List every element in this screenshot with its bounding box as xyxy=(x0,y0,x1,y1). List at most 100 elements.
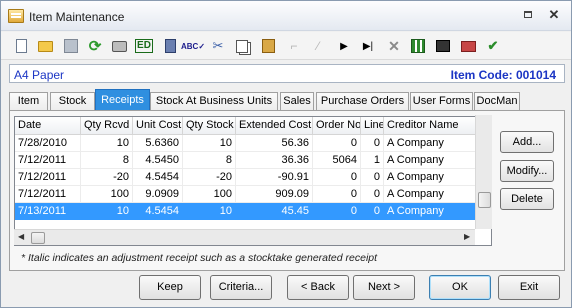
vertical-scrollbar[interactable] xyxy=(475,115,492,229)
column-header-line[interactable]: Line xyxy=(361,117,384,135)
modify-button[interactable]: Modify... xyxy=(500,160,554,182)
criteria-label: Criteria... xyxy=(218,281,264,293)
tab-user-forms[interactable]: User Forms xyxy=(410,92,473,111)
cell-date: 7/12/2011 xyxy=(15,186,81,203)
save-button[interactable] xyxy=(62,37,80,55)
item-maintenance-window: Item Maintenance ✕ ⟳ ED ABC✓ ✂ ⌐ ⁄ ▶ ▶| … xyxy=(0,0,572,308)
horizontal-scrollbar[interactable]: ◀ ▶ xyxy=(14,229,475,245)
next-label: Next > xyxy=(367,281,401,293)
cut-button[interactable]: ✂ xyxy=(209,37,227,55)
grid-button[interactable] xyxy=(409,37,427,55)
tab-stock-at-business-units[interactable]: Stock At Business Units xyxy=(150,92,278,111)
cell-order-no: 5064 xyxy=(313,152,361,169)
inbox-button[interactable] xyxy=(459,37,477,55)
add-button[interactable]: Add... xyxy=(500,131,554,153)
tab-docman[interactable]: DocMan xyxy=(474,92,520,111)
next-button[interactable]: Next > xyxy=(353,275,415,300)
scissors-icon: ✂ xyxy=(212,38,224,53)
exit-label: Exit xyxy=(519,281,539,293)
delete-x-icon: ✕ xyxy=(388,37,400,54)
paste-icon xyxy=(261,39,275,53)
copy-button[interactable] xyxy=(233,37,251,55)
cell-date: 7/12/2011 xyxy=(15,152,81,169)
checklist-button[interactable]: ✔ xyxy=(484,37,502,55)
item-header: A4 Paper Item Code: 001014 xyxy=(9,64,565,83)
keep-button[interactable]: Keep xyxy=(139,275,201,300)
criteria-button[interactable]: Criteria... xyxy=(210,275,272,300)
paste-button[interactable] xyxy=(259,37,277,55)
delete-button[interactable]: Delete xyxy=(500,188,554,210)
edit-button[interactable]: ED xyxy=(135,37,153,55)
cell-creditor-name: A Company xyxy=(384,186,478,203)
horizontal-scroll-thumb[interactable] xyxy=(31,232,45,244)
first-record-button[interactable]: ⌐ xyxy=(285,37,303,55)
column-header-order-no[interactable]: Order No xyxy=(313,117,361,135)
cell-qty-stock: 8 xyxy=(183,152,236,169)
delete-record-button[interactable]: ✕ xyxy=(385,37,403,55)
column-header-creditor-name[interactable]: Creditor Name xyxy=(384,117,478,135)
restore-button[interactable] xyxy=(516,7,540,25)
last-record-button[interactable]: ▶| xyxy=(359,37,377,55)
vertical-scroll-thumb[interactable] xyxy=(478,192,491,208)
modify-button-label: Modify... xyxy=(506,165,548,177)
column-header-extended-cost[interactable]: Extended Cost xyxy=(236,117,313,135)
delete-button-label: Delete xyxy=(511,193,543,205)
cell-qty-stock: 100 xyxy=(183,186,236,203)
play-icon: ▶ xyxy=(340,40,348,52)
exit-button[interactable]: Exit xyxy=(498,275,560,300)
grid-header: Date Qty Rcvd Unit Cost Qty Stock Extend… xyxy=(15,117,491,135)
table-row[interactable]: 7/12/2011 100 9.0909 100 909.09 0 0 A Co… xyxy=(15,186,478,203)
item-name: A4 Paper xyxy=(14,68,65,82)
receipts-grid[interactable]: Date Qty Rcvd Unit Cost Qty Stock Extend… xyxy=(14,116,492,246)
next-record-button[interactable]: ▶ xyxy=(335,37,353,55)
tab-sales[interactable]: Sales xyxy=(280,92,314,111)
cell-date: 7/13/2011 xyxy=(15,203,81,220)
ok-button[interactable]: OK xyxy=(429,275,491,300)
scroll-right-icon[interactable]: ▶ xyxy=(464,232,470,241)
new-button[interactable] xyxy=(12,37,30,55)
cell-date: 7/28/2010 xyxy=(15,135,81,152)
cell-unit-cost: 4.5450 xyxy=(133,152,183,169)
tab-receipts[interactable]: Receipts xyxy=(95,89,150,111)
cell-unit-cost: 9.0909 xyxy=(133,186,183,203)
spell-check-icon: ABC✓ xyxy=(180,41,206,51)
column-header-qty-rcvd[interactable]: Qty Rcvd xyxy=(81,117,133,135)
keep-label: Keep xyxy=(157,281,183,293)
title-bar[interactable]: Item Maintenance ✕ xyxy=(1,1,571,31)
checklist-icon: ✔ xyxy=(487,38,499,53)
save-icon xyxy=(64,39,78,53)
table-row-selected[interactable]: 7/13/2011 10 4.5454 10 45.45 0 0 A Compa… xyxy=(15,203,478,220)
back-button[interactable]: < Back xyxy=(287,275,349,300)
refresh-button[interactable]: ⟳ xyxy=(86,37,104,55)
column-header-unit-cost[interactable]: Unit Cost xyxy=(133,117,183,135)
previous-record-button[interactable]: ⁄ xyxy=(309,37,327,55)
cell-creditor-name: A Company xyxy=(384,203,478,220)
print-button[interactable] xyxy=(110,37,128,55)
footer-bar: Keep Criteria... < Back Next > OK Exit xyxy=(1,271,571,307)
table-row[interactable]: 7/28/2010 10 5.6360 10 56.36 0 0 A Compa… xyxy=(15,135,478,152)
cell-order-no: 0 xyxy=(313,203,361,220)
calculator-button[interactable] xyxy=(161,37,179,55)
table-row[interactable]: 7/12/2011 -20 4.5454 -20 -90.91 0 0 A Co… xyxy=(15,169,478,186)
tab-purchase-orders[interactable]: Purchase Orders xyxy=(316,92,409,111)
open-button[interactable] xyxy=(36,37,54,55)
cell-creditor-name: A Company xyxy=(384,169,478,186)
window-title: Item Maintenance xyxy=(29,10,125,24)
table-row[interactable]: 7/12/2011 8 4.5450 8 36.36 5064 1 A Comp… xyxy=(15,152,478,169)
back-label: < Back xyxy=(301,281,335,293)
spell-check-button[interactable]: ABC✓ xyxy=(180,37,206,55)
cell-unit-cost: 4.5454 xyxy=(133,203,183,220)
close-button[interactable]: ✕ xyxy=(542,7,566,25)
refresh-icon: ⟳ xyxy=(88,38,102,55)
cell-extended-cost: 36.36 xyxy=(236,152,313,169)
calculator-icon xyxy=(164,39,176,53)
tab-stock[interactable]: Stock xyxy=(50,92,95,111)
column-header-date[interactable]: Date xyxy=(15,117,81,135)
previous-arrow-icon: ⁄ xyxy=(316,39,319,53)
scroll-left-icon[interactable]: ◀ xyxy=(18,232,24,241)
tab-item[interactable]: Item xyxy=(9,92,48,111)
media-button[interactable] xyxy=(434,37,452,55)
column-header-qty-stock[interactable]: Qty Stock xyxy=(183,117,236,135)
last-record-icon: ▶| xyxy=(362,40,374,52)
film-icon xyxy=(436,40,450,52)
